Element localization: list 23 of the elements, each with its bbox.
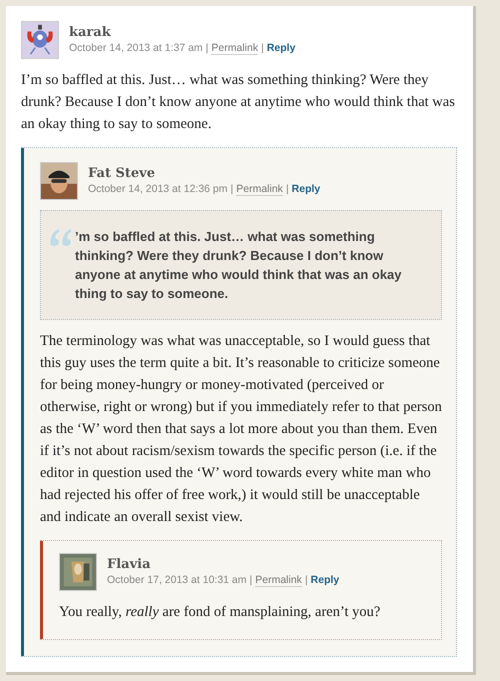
meta-separator: | <box>206 42 208 55</box>
permalink-link[interactable]: Permalink <box>255 574 302 587</box>
reply-link[interactable]: Reply <box>310 574 340 587</box>
reply-link[interactable]: Reply <box>266 42 296 55</box>
quote-icon <box>49 227 73 247</box>
comment-text: I’m so baffled at this. Just… what was something thinking? Were they drunk? Because I don’t know anyone at anytime who would think that was an okay thing to say to someone. <box>21 71 456 134</box>
comment-text: You really, really are fond of mansplaining, aren’t you? <box>59 603 382 622</box>
meta-separator: | <box>250 574 252 587</box>
meta-separator: | <box>304 574 308 587</box>
author-name: karak <box>69 25 112 40</box>
quote-text: ’m so baffled at this. Just… what was something thinking? Were they drunk? Because I don’t know anyone at anytime who would think that was an okay thing to say to someone. <box>75 228 403 303</box>
meta-separator: | <box>286 183 289 196</box>
author-name: Fat Steve <box>88 166 156 181</box>
comment-date: October 14, 2013 at 1:37 am <box>69 42 203 55</box>
permalink-link[interactable]: Permalink <box>236 183 283 196</box>
comment-date: October 14, 2013 at 12:36 pm <box>88 183 228 196</box>
author-name: Flavia <box>107 557 152 572</box>
meta-separator: | <box>230 183 234 196</box>
reply-link[interactable]: Reply <box>292 183 320 196</box>
comment-text: The terminology was what was unacceptable, so I would guess that this guy uses the term quite a bit. It’s reasonable to criticize someone for being money-hungry or money-motivated (perceived or otherwise, right or wrong) but if you immediately refer to that person as the ‘W’ word then that says a lot more about you than them. Even if it’s not about racism/sexism towards the specific person (i.e. if the editor in question used the ‘W’ word towards every white man who had rejected his offer of free work,) it would still be unacceptable and indicate an overall sexist view. <box>40 332 442 527</box>
meta-separator: | <box>261 42 264 55</box>
permalink-link[interactable]: Permalink <box>211 42 258 55</box>
comment-date: October 17, 2013 at 10:31 am <box>107 574 247 587</box>
